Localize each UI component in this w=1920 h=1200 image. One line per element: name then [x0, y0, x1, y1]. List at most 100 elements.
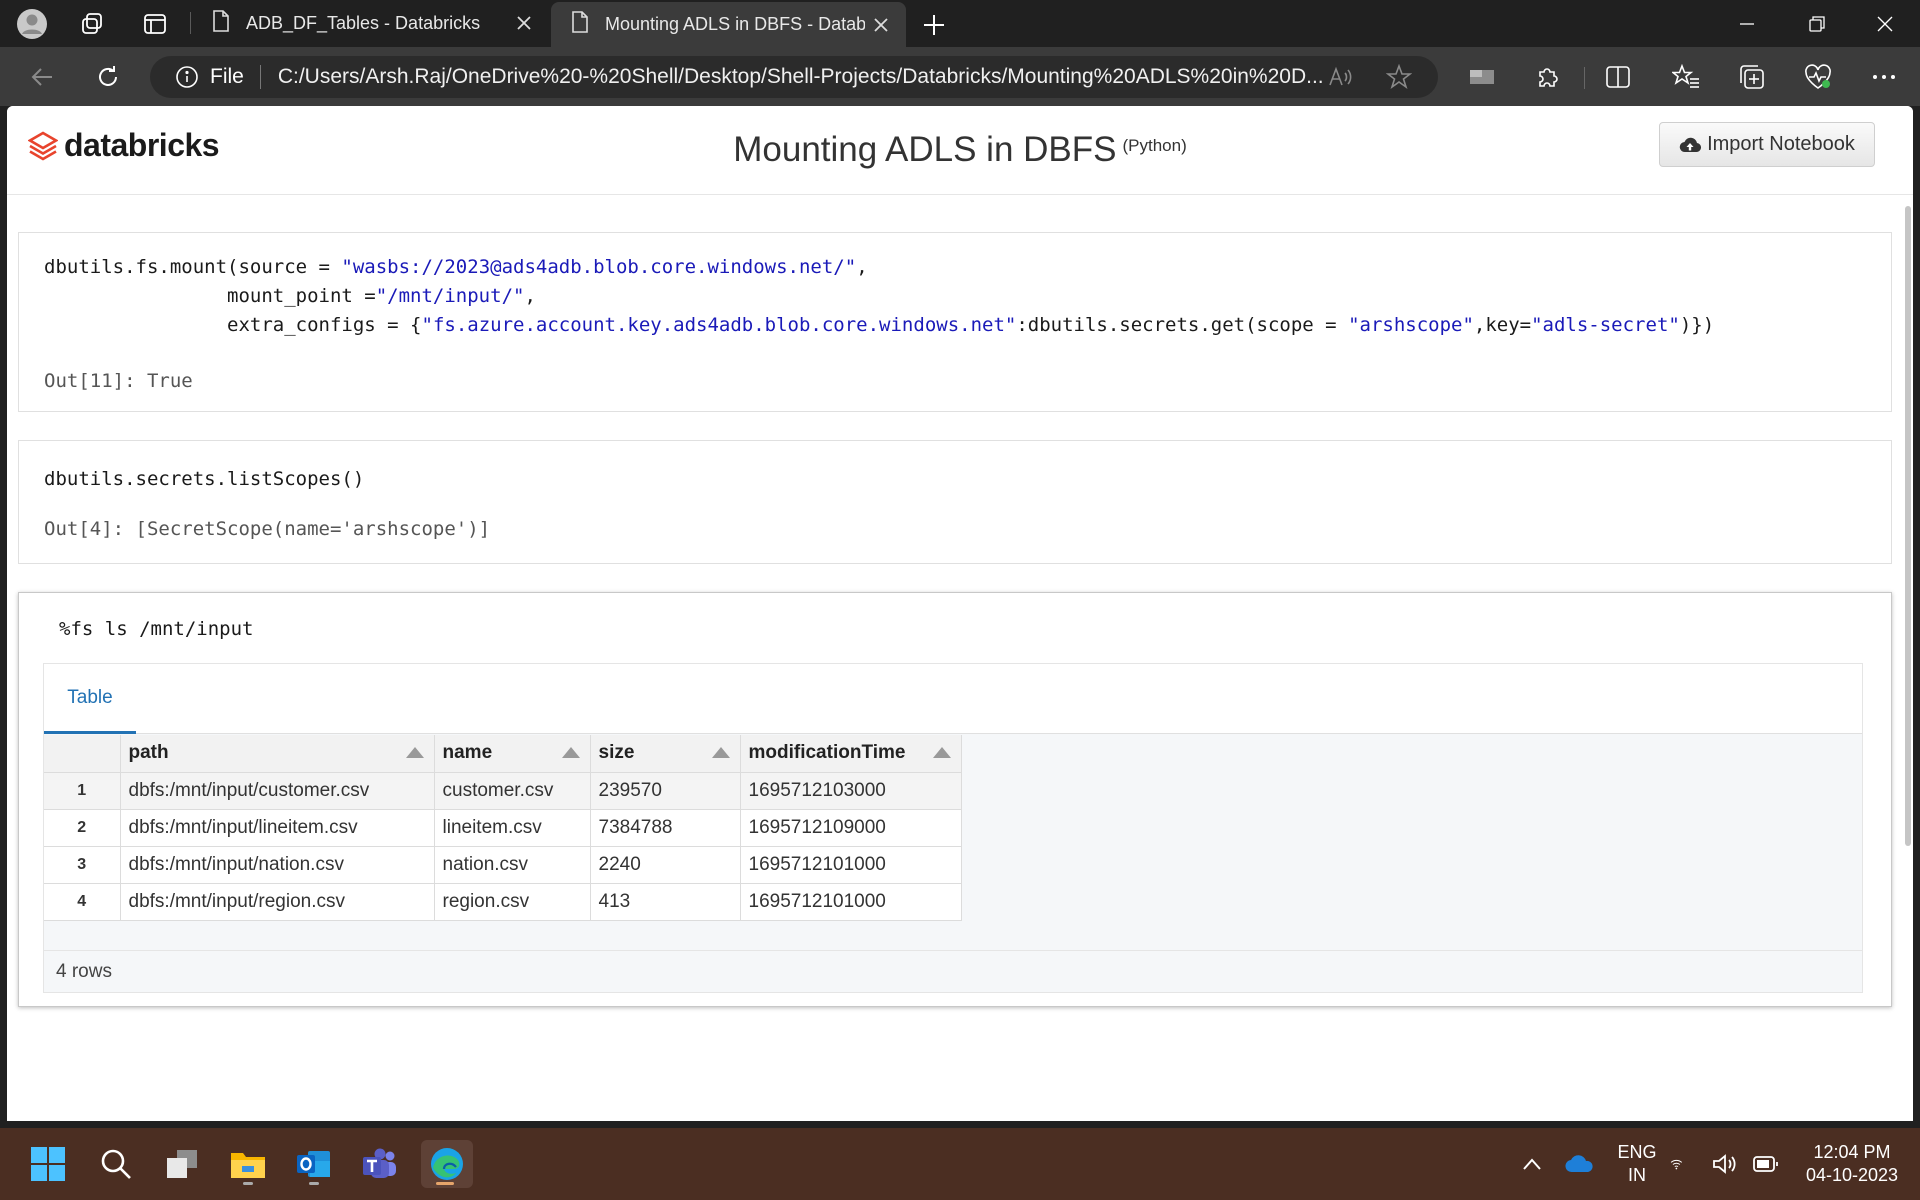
cell-modification-time[interactable]: 1695712101000 — [740, 846, 962, 884]
vertical-tabs-icon[interactable] — [137, 6, 173, 42]
active-indicator — [436, 1182, 454, 1185]
workspaces-icon[interactable] — [74, 6, 110, 42]
start-button[interactable] — [24, 1140, 72, 1188]
document-icon — [571, 11, 589, 38]
minimize-button[interactable] — [1712, 0, 1782, 47]
cell-modification-time[interactable]: 1695712103000 — [740, 772, 962, 810]
collections-icon[interactable] — [1736, 61, 1768, 93]
input-language-indicator[interactable]: ENG IN — [1606, 1141, 1668, 1187]
cell-path[interactable]: dbfs:/mnt/input/lineitem.csv — [120, 809, 435, 847]
code-cell-fs-ls[interactable]: %fs ls /mnt/input Table path name size m… — [18, 592, 1892, 1007]
info-icon[interactable] — [174, 64, 200, 90]
close-tab-icon[interactable] — [513, 12, 535, 34]
battery-button[interactable] — [1744, 1140, 1788, 1188]
cell-size[interactable]: 413 — [590, 883, 741, 921]
code-text: mount_point = — [44, 285, 376, 307]
running-indicator — [309, 1182, 319, 1185]
extensions-puzzle-icon[interactable] — [1532, 61, 1564, 93]
profile-avatar-icon[interactable] — [14, 6, 50, 42]
search-button[interactable] — [92, 1140, 140, 1188]
table-row[interactable]: 1 dbfs:/mnt/input/customer.csv customer.… — [44, 772, 962, 810]
result-tabs: Table — [44, 664, 1862, 734]
split-screen-icon[interactable] — [1602, 61, 1634, 93]
back-button[interactable] — [22, 57, 62, 97]
cell-modification-time[interactable]: 1695712109000 — [740, 809, 962, 847]
code-text: ,key= — [1473, 314, 1532, 336]
cell-path[interactable]: dbfs:/mnt/input/region.csv — [120, 883, 435, 921]
extension-screen-icon[interactable] — [1466, 61, 1498, 93]
tab-mounting-adls[interactable]: Mounting ADLS in DBFS - Databr — [551, 2, 906, 47]
cell-size[interactable]: 7384788 — [590, 809, 741, 847]
search-icon — [101, 1149, 131, 1179]
battery-icon — [1753, 1156, 1778, 1172]
tab-adb-df-tables[interactable]: ADB_DF_Tables - Databricks — [192, 0, 549, 47]
code-cell-mount[interactable]: dbutils.fs.mount(source = "wasbs://2023@… — [18, 232, 1892, 412]
column-header-path[interactable]: path — [120, 735, 435, 773]
column-header-label: path — [128, 742, 169, 764]
clock-time: 12:04 PM — [1813, 1142, 1891, 1162]
code-string: "/mnt/input/" — [375, 285, 525, 307]
outlook-button[interactable] — [290, 1140, 338, 1188]
code-text: extra_configs = { — [44, 314, 422, 336]
windows-taskbar: ENG IN 12:04 PM 04-10-2023 — [0, 1128, 1920, 1200]
column-header-name[interactable]: name — [434, 735, 591, 773]
sort-asc-icon[interactable] — [932, 747, 951, 758]
file-explorer-button[interactable] — [224, 1140, 272, 1188]
more-options-icon[interactable] — [1868, 61, 1900, 93]
clock[interactable]: 12:04 PM 04-10-2023 — [1792, 1141, 1912, 1187]
cell-size[interactable]: 2240 — [590, 846, 741, 884]
favorite-star-icon[interactable] — [1385, 63, 1413, 95]
table-row[interactable]: 3 dbfs:/mnt/input/nation.csv nation.csv … — [44, 846, 962, 884]
cell-modification-time[interactable]: 1695712101000 — [740, 883, 962, 921]
cell-size[interactable]: 239570 — [590, 772, 741, 810]
sort-asc-icon[interactable] — [561, 747, 580, 758]
row-index: 4 — [44, 883, 121, 921]
restore-button[interactable] — [1782, 0, 1852, 47]
cell-path[interactable]: dbfs:/mnt/input/customer.csv — [120, 772, 435, 810]
code-cell-list-scopes[interactable]: dbutils.secrets.listScopes() Out[4]: [Se… — [18, 440, 1892, 564]
row-index-header — [44, 735, 121, 773]
table-row[interactable]: 2 dbfs:/mnt/input/lineitem.csv lineitem.… — [44, 809, 962, 847]
task-view-button[interactable] — [158, 1140, 206, 1188]
cell-name[interactable]: lineitem.csv — [434, 809, 591, 847]
cell-name[interactable]: nation.csv — [434, 846, 591, 884]
new-tab-button[interactable] — [918, 9, 950, 41]
sort-asc-icon[interactable] — [405, 747, 424, 758]
read-aloud-icon[interactable] — [1328, 65, 1354, 94]
cell-path[interactable]: dbfs:/mnt/input/nation.csv — [120, 846, 435, 884]
windows-logo-icon — [31, 1147, 65, 1181]
folder-icon — [231, 1153, 265, 1178]
row-index: 1 — [44, 772, 121, 810]
url-text[interactable]: C:/Users/Arsh.Raj/OneDrive%20-%20Shell/D… — [278, 65, 1326, 89]
import-notebook-button[interactable]: Import Notebook — [1659, 122, 1875, 167]
cell-name[interactable]: customer.csv — [434, 772, 591, 810]
teams-button[interactable] — [356, 1140, 404, 1188]
region-code: IN — [1628, 1165, 1646, 1185]
cell-name[interactable]: region.csv — [434, 883, 591, 921]
cell-code[interactable]: %fs ls /mnt/input — [59, 615, 253, 644]
browser-essentials-icon[interactable] — [1802, 61, 1834, 93]
edge-button[interactable] — [421, 1140, 473, 1188]
close-window-button[interactable] — [1850, 0, 1920, 47]
address-bar[interactable]: File C:/Users/Arsh.Raj/OneDrive%20-%20Sh… — [150, 56, 1438, 98]
task-view-icon — [167, 1150, 197, 1178]
running-indicator — [243, 1182, 253, 1185]
sort-asc-icon[interactable] — [711, 747, 730, 758]
onedrive-button[interactable] — [1556, 1140, 1604, 1188]
close-tab-icon[interactable] — [870, 14, 892, 36]
cell-code[interactable]: dbutils.fs.mount(source = "wasbs://2023@… — [44, 253, 1714, 340]
notebook-language: (Python) — [1122, 136, 1187, 155]
vertical-scrollbar[interactable] — [1905, 206, 1911, 846]
table-row[interactable]: 4 dbfs:/mnt/input/region.csv region.csv … — [44, 883, 962, 921]
column-header-modificationtime[interactable]: modificationTime — [740, 735, 962, 773]
show-hidden-icons-button[interactable] — [1508, 1140, 1556, 1188]
cell-code[interactable]: dbutils.secrets.listScopes() — [44, 465, 364, 494]
tab-table[interactable]: Table — [44, 664, 136, 734]
browser-toolbar: File C:/Users/Arsh.Raj/OneDrive%20-%20Sh… — [0, 47, 1920, 106]
outlook-icon — [297, 1151, 330, 1177]
column-header-size[interactable]: size — [590, 735, 741, 773]
refresh-button[interactable] — [88, 57, 128, 97]
notebook-page: databricks Mounting ADLS in DBFS (Python)… — [7, 106, 1913, 1121]
volume-button[interactable] — [1702, 1140, 1746, 1188]
favorites-icon[interactable] — [1670, 61, 1702, 93]
